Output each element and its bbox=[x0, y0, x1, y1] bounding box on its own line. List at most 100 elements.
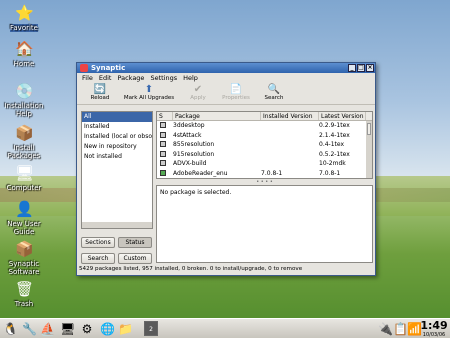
installed-version: 7.0.8-1 bbox=[261, 169, 283, 177]
installed-version bbox=[261, 131, 319, 141]
table-row[interactable]: 3ddesktop 0.2.9-1tex bbox=[157, 121, 372, 131]
desktop-icon-computer[interactable]: 🖥 Computer bbox=[0, 164, 48, 192]
column-package[interactable]: Package bbox=[173, 112, 261, 120]
cd-icon: 💿 bbox=[15, 82, 34, 100]
table-row[interactable]: AdobeReader_enu 7.0.8-1 7.0.8-1 bbox=[157, 169, 372, 179]
table-row[interactable]: 855resolution 0.4-1tex bbox=[157, 140, 372, 150]
desktop-icon-installation-help[interactable]: 💿 Installation Help bbox=[0, 82, 48, 118]
files-icon[interactable]: 📁 bbox=[118, 322, 133, 336]
package-table: S Package Installed Version Latest Versi… bbox=[156, 111, 373, 179]
custom-button[interactable]: Custom bbox=[118, 253, 152, 264]
network-icon[interactable]: 📶 bbox=[407, 322, 422, 336]
status-checkbox-icon[interactable] bbox=[157, 131, 173, 141]
clock-time: 1:49 bbox=[420, 319, 448, 332]
desktop-icon-label: Install Packages bbox=[7, 144, 41, 160]
desktop-icon-label: Favorite bbox=[10, 24, 38, 32]
browser-icon[interactable]: 🌐 bbox=[100, 322, 115, 336]
search-button[interactable]: 🔍 Search bbox=[255, 83, 293, 104]
trash-icon: 🗑 bbox=[15, 280, 35, 298]
table-row[interactable]: ADVX-build 10-2mdk bbox=[157, 159, 372, 169]
desktop-icon-new-user-guide[interactable]: 👤 New User Guide bbox=[0, 200, 48, 236]
package-name: ADVX-build bbox=[173, 160, 207, 167]
package-name: 4stAttack bbox=[173, 131, 202, 139]
properties-button[interactable]: 📄 Properties bbox=[217, 83, 255, 104]
filter-item-installed-local-obsolete[interactable]: Installed (local or obsolete) bbox=[82, 132, 152, 142]
filter-item-installed[interactable]: Installed bbox=[82, 122, 152, 132]
properties-icon: 📄 bbox=[229, 84, 243, 95]
latest-version: 0.4-1tex bbox=[319, 141, 345, 148]
desktop-icon-home[interactable]: 🏠 Home bbox=[0, 40, 48, 68]
filter-item-new-in-repository[interactable]: New in repository bbox=[82, 142, 152, 152]
filter-item-not-installed[interactable]: Not installed bbox=[82, 152, 152, 162]
taskbar: 🐧 🔧 ⛵ 🖥 ⚙ 🌐 📁 2 🔌 📋 📶 1:49 10/03/06 bbox=[0, 318, 450, 338]
filter-hscrollbar[interactable] bbox=[82, 222, 152, 228]
start-menu-icon[interactable]: 🐧 bbox=[3, 322, 18, 336]
maximize-button[interactable]: □ bbox=[357, 64, 365, 72]
window-titlebar[interactable]: Synaptic _ □ × bbox=[77, 63, 375, 73]
desktop-icon-label: Computer bbox=[6, 184, 42, 192]
status-button[interactable]: Status bbox=[118, 237, 152, 248]
desktop-icon-trash[interactable]: 🗑 Trash bbox=[0, 280, 48, 308]
pane-splitter[interactable]: • • • • bbox=[156, 180, 373, 185]
status-checkbox-icon[interactable] bbox=[157, 140, 173, 150]
terminal-icon[interactable]: 🖥 bbox=[60, 322, 75, 336]
status-checkbox-icon[interactable] bbox=[157, 159, 173, 169]
desktop-icon-label: Synaptic Software bbox=[8, 260, 40, 276]
reload-button[interactable]: 🔄 Reload bbox=[81, 83, 119, 104]
latest-version: 10-2mdk bbox=[319, 160, 346, 167]
toolbar: 🔄 Reload ⬆ Mark All Upgrades ✔ Apply 📄 P… bbox=[77, 83, 375, 105]
filter-item-all[interactable]: All bbox=[82, 112, 152, 122]
launcher-icon[interactable]: 🔧 bbox=[22, 322, 37, 336]
menu-help[interactable]: Help bbox=[183, 73, 198, 83]
clipboard-icon[interactable]: 📋 bbox=[393, 322, 408, 336]
desktop-icon-label: New User Guide bbox=[7, 220, 41, 236]
package-icon: 📦 bbox=[15, 124, 34, 142]
status-checkbox-icon[interactable] bbox=[157, 121, 173, 131]
status-bar: 5429 packages listed, 957 installed, 0 b… bbox=[79, 266, 303, 272]
upgrade-icon: ⬆ bbox=[144, 84, 154, 95]
apply-button[interactable]: ✔ Apply bbox=[179, 83, 217, 104]
close-button[interactable]: × bbox=[366, 64, 374, 72]
package-name: AdobeReader_enu bbox=[173, 169, 228, 177]
search-label: Search bbox=[264, 95, 284, 101]
column-latest-version[interactable]: Latest Version bbox=[319, 112, 366, 120]
scrollbar-thumb[interactable] bbox=[367, 123, 371, 135]
table-row[interactable]: 4stAttack 2.1.4-1tex bbox=[157, 131, 372, 141]
package-name: 915resolution bbox=[173, 150, 215, 158]
desktop-icon-label: Installation Help bbox=[4, 102, 44, 118]
installed-version bbox=[261, 150, 319, 160]
installed-version bbox=[261, 140, 319, 150]
menu-file[interactable]: File bbox=[82, 73, 93, 83]
latest-version: 0.2.9-1tex bbox=[319, 122, 350, 129]
desktop-icon[interactable]: ⛵ bbox=[40, 322, 55, 336]
home-icon: 🏠 bbox=[15, 40, 34, 58]
status-checkbox-icon[interactable] bbox=[157, 169, 173, 179]
desktop-icon-favorite[interactable]: ⭐ Favorite bbox=[0, 4, 48, 32]
menu-edit[interactable]: Edit bbox=[99, 73, 112, 83]
search-filter-button[interactable]: Search bbox=[81, 253, 115, 264]
settings-icon[interactable]: ⚙ bbox=[80, 322, 94, 336]
sections-button[interactable]: Sections bbox=[81, 237, 115, 248]
desktop-icon-install-packages[interactable]: 📦 Install Packages bbox=[0, 124, 48, 160]
menu-settings[interactable]: Settings bbox=[150, 73, 177, 83]
package-name: 855resolution bbox=[173, 141, 215, 148]
status-checkbox-icon[interactable] bbox=[157, 150, 173, 160]
column-status[interactable]: S bbox=[157, 112, 173, 120]
computer-icon: 🖥 bbox=[15, 164, 35, 182]
menu-package[interactable]: Package bbox=[117, 73, 144, 83]
column-installed-version[interactable]: Installed Version bbox=[261, 112, 319, 120]
clock[interactable]: 1:49 10/03/06 bbox=[420, 319, 448, 338]
table-row[interactable]: 915resolution 0.5.2-1tex bbox=[157, 150, 372, 160]
system-tray-icon[interactable]: 🔌 bbox=[378, 322, 393, 336]
table-header: S Package Installed Version Latest Versi… bbox=[157, 112, 372, 121]
clock-date: 10/03/06 bbox=[422, 332, 446, 338]
search-icon: 🔍 bbox=[267, 84, 281, 95]
minimize-button[interactable]: _ bbox=[348, 64, 356, 72]
desktop-icon-synaptic-software[interactable]: 📦 Synaptic Software bbox=[0, 240, 48, 276]
mark-all-upgrades-button[interactable]: ⬆ Mark All Upgrades bbox=[119, 83, 179, 104]
properties-label: Properties bbox=[222, 95, 250, 101]
reload-icon: 🔄 bbox=[93, 84, 107, 95]
table-vscrollbar[interactable] bbox=[366, 121, 372, 178]
latest-version: 0.5.2-1tex bbox=[319, 150, 350, 158]
desktop-pager[interactable]: 2 bbox=[144, 321, 158, 336]
